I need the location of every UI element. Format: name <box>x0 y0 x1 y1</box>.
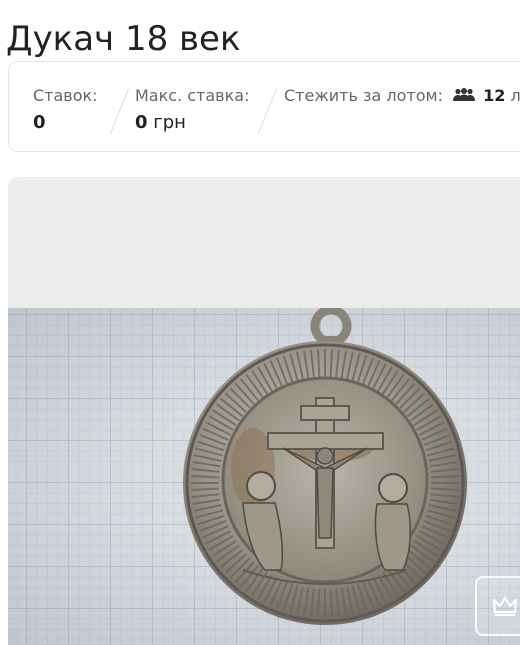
crown-icon <box>493 597 517 616</box>
stats-divider <box>258 88 277 134</box>
crown-button[interactable] <box>475 576 520 636</box>
lot-title: Дукач 18 век <box>6 18 241 59</box>
max-bid-value: 0 грн <box>135 112 186 133</box>
watch-unit: людей <box>510 86 520 105</box>
bids-label: Ставок: <box>33 86 98 105</box>
max-bid-currency: грн <box>153 112 186 133</box>
photo-shade <box>8 308 520 645</box>
lot-page: Дукач 18 век Ставок: 0 Макс. ставка: 0 г… <box>0 0 520 645</box>
watchers[interactable]: Стежить за лотом: 12 людей <box>284 86 520 105</box>
max-bid-label: Макс. ставка: <box>135 86 250 105</box>
max-bid-amount: 0 <box>135 112 148 133</box>
watch-count: 12 <box>483 86 506 105</box>
bids-count: 0 <box>33 112 46 133</box>
watch-label: Стежить за лотом: <box>284 86 443 105</box>
people-icon <box>453 88 476 101</box>
lot-stats-card: Ставок: 0 Макс. ставка: 0 грн Стежить за… <box>8 61 520 152</box>
lot-gallery[interactable] <box>8 177 520 645</box>
bids-value: 0 <box>33 112 46 133</box>
lot-photo[interactable] <box>8 308 520 645</box>
stats-divider <box>110 88 129 134</box>
